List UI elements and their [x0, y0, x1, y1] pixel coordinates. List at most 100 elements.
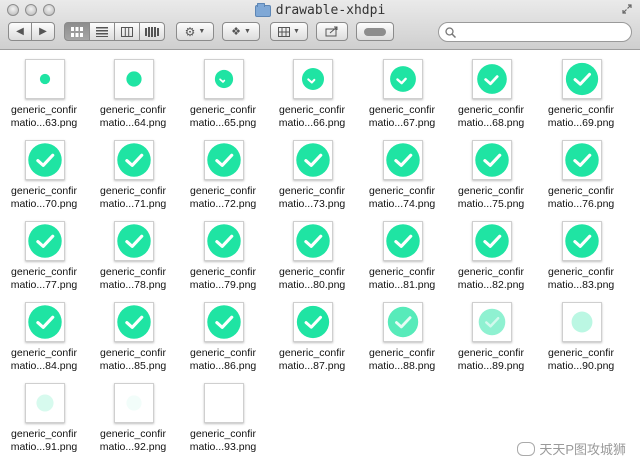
file-item[interactable]: generic_confir matio...89.png — [447, 294, 535, 372]
file-item[interactable]: generic_confir matio...85.png — [89, 294, 177, 372]
status-circle — [565, 224, 599, 258]
search-field[interactable] — [438, 22, 632, 42]
file-item[interactable]: generic_confir matio...78.png — [89, 213, 177, 291]
file-name-line-2: matio...75.png — [457, 198, 525, 210]
window-title-wrap: drawable-xhdpi — [0, 2, 640, 18]
file-name-line-2: matio...93.png — [189, 441, 257, 453]
confirmation-check-icon — [117, 224, 151, 258]
status-circle — [386, 143, 420, 177]
back-arrow-icon: ◀ — [16, 26, 24, 37]
status-circle — [117, 305, 151, 339]
forward-button[interactable]: ▶ — [31, 22, 55, 41]
file-item[interactable]: generic_confir matio...93.png — [179, 375, 267, 453]
file-name-line-1: generic_confir — [100, 266, 166, 278]
file-item[interactable]: generic_confir matio...63.png — [0, 51, 88, 129]
file-item[interactable]: generic_confir matio...79.png — [179, 213, 267, 291]
file-name-line-2: matio...83.png — [547, 279, 615, 291]
file-item[interactable]: generic_confir matio...72.png — [179, 132, 267, 210]
file-name-line-1: generic_confir — [190, 104, 256, 116]
file-item[interactable]: generic_confir matio...76.png — [537, 132, 625, 210]
file-item[interactable]: generic_confir matio...92.png — [89, 375, 177, 453]
file-name: generic_confir matio...89.png — [447, 347, 535, 373]
file-name: generic_confir matio...83.png — [537, 266, 625, 292]
status-circle — [117, 224, 151, 258]
file-item[interactable]: generic_confir matio...81.png — [358, 213, 446, 291]
status-circle — [117, 143, 151, 177]
file-thumbnail — [562, 221, 602, 261]
confirmation-check-icon — [565, 143, 599, 177]
file-thumbnail — [562, 140, 602, 180]
status-circle — [207, 143, 241, 177]
file-name-line-1: generic_confir — [190, 347, 256, 359]
file-name-line-1: generic_confir — [100, 104, 166, 116]
file-item[interactable]: generic_confir matio...91.png — [0, 375, 88, 453]
file-name-line-1: generic_confir — [369, 347, 435, 359]
back-button[interactable]: ◀ — [8, 22, 32, 41]
file-item[interactable]: generic_confir matio...86.png — [179, 294, 267, 372]
file-item[interactable]: generic_confir matio...73.png — [268, 132, 356, 210]
file-name: generic_confir matio...67.png — [358, 104, 446, 130]
file-name-line-1: generic_confir — [458, 266, 524, 278]
file-item[interactable]: generic_confir matio...87.png — [268, 294, 356, 372]
watermark: 天天P图攻城狮 — [517, 439, 626, 458]
search-input[interactable] — [456, 25, 620, 39]
status-circle — [386, 224, 420, 258]
file-name-line-2: matio...80.png — [278, 279, 346, 291]
file-name: generic_confir matio...91.png — [0, 428, 88, 454]
file-item[interactable]: generic_confir matio...83.png — [537, 213, 625, 291]
file-name-line-2: matio...72.png — [189, 198, 257, 210]
file-name: generic_confir matio...90.png — [537, 347, 625, 373]
file-name: generic_confir matio...80.png — [268, 266, 356, 292]
file-name-line-1: generic_confir — [100, 428, 166, 440]
file-name-line-1: generic_confir — [458, 104, 524, 116]
confirmation-check-icon — [207, 305, 241, 339]
file-item[interactable]: generic_confir matio...88.png — [358, 294, 446, 372]
column-view-button[interactable] — [114, 22, 140, 41]
fullscreen-icon[interactable] — [622, 4, 632, 14]
share-button[interactable] — [316, 22, 348, 41]
status-circle — [36, 394, 54, 412]
status-circle — [565, 143, 599, 177]
file-name: generic_confir matio...73.png — [268, 185, 356, 211]
file-item[interactable]: generic_confir matio...70.png — [0, 132, 88, 210]
icon-view-button[interactable] — [64, 22, 90, 41]
file-item[interactable]: generic_confir matio...64.png — [89, 51, 177, 129]
confirmation-check-icon — [39, 73, 51, 85]
file-item[interactable]: generic_confir matio...67.png — [358, 51, 446, 129]
action-menu-button[interactable]: ⚙ ▼ — [176, 22, 214, 41]
file-item[interactable]: generic_confir matio...77.png — [0, 213, 88, 291]
dropbox-menu-button[interactable]: ❖ ▼ — [222, 22, 260, 41]
view-mode-control — [64, 22, 165, 41]
file-name: generic_confir matio...68.png — [447, 104, 535, 130]
coverflow-view-button[interactable] — [139, 22, 165, 41]
file-item[interactable]: generic_confir matio...68.png — [447, 51, 535, 129]
file-name: generic_confir matio...77.png — [0, 266, 88, 292]
file-item[interactable]: generic_confir matio...90.png — [537, 294, 625, 372]
file-item[interactable]: generic_confir matio...66.png — [268, 51, 356, 129]
file-item[interactable]: generic_confir matio...82.png — [447, 213, 535, 291]
file-item[interactable]: generic_confir matio...80.png — [268, 213, 356, 291]
file-thumbnail — [204, 140, 244, 180]
list-view-button[interactable] — [89, 22, 115, 41]
file-item[interactable]: generic_confir matio...74.png — [358, 132, 446, 210]
status-circle — [126, 395, 142, 411]
arrange-menu-button[interactable]: ▼ — [270, 22, 308, 41]
confirmation-check-icon — [478, 308, 506, 336]
tag-button[interactable] — [356, 22, 394, 41]
list-view-icon — [96, 26, 108, 37]
file-item[interactable]: generic_confir matio...71.png — [89, 132, 177, 210]
file-name-line-2: matio...69.png — [547, 117, 615, 129]
forward-arrow-icon: ▶ — [39, 26, 47, 37]
file-thumbnail — [293, 59, 333, 99]
file-thumbnail — [25, 140, 65, 180]
file-item[interactable]: generic_confir matio...75.png — [447, 132, 535, 210]
file-item[interactable]: generic_confir matio...65.png — [179, 51, 267, 129]
file-item[interactable]: generic_confir matio...84.png — [0, 294, 88, 372]
confirmation-check-icon — [28, 143, 62, 177]
file-item[interactable]: generic_confir matio...69.png — [537, 51, 625, 129]
confirmation-check-icon — [205, 384, 243, 422]
file-name: generic_confir matio...87.png — [268, 347, 356, 373]
chevron-down-icon: ▼ — [243, 28, 251, 35]
file-name-line-1: generic_confir — [190, 428, 256, 440]
title-bar: drawable-xhdpi ◀ ▶ ⚙ ▼ ❖ ▼ ▼ — [0, 0, 640, 50]
